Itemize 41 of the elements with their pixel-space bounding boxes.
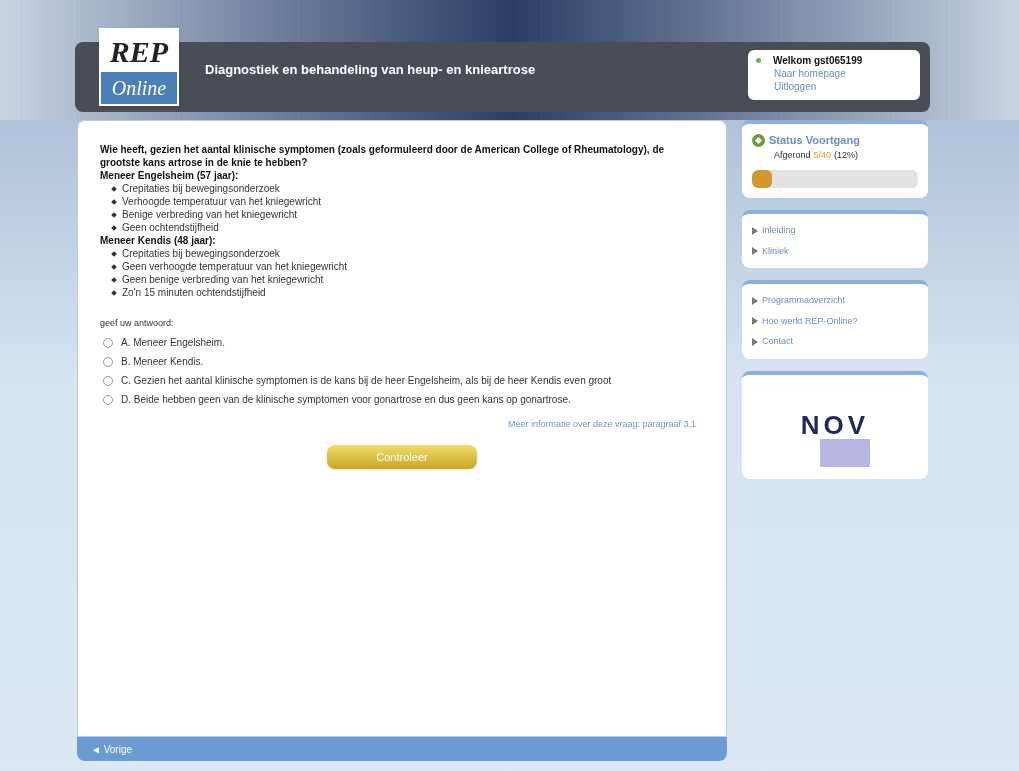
nav-link[interactable]: Kliniek — [752, 244, 789, 258]
bullet-icon — [111, 211, 117, 218]
symptom-text: Zo'n 15 minuten ochtendstijfheid — [122, 286, 266, 299]
symptom-text: Geen verhoogde temperatuur van het kniegewricht — [122, 260, 348, 273]
answer-option[interactable]: B. Meneer Kendis. — [121, 355, 204, 368]
progress-percent: (12%) — [834, 148, 859, 162]
symptom-text: Benige verbreding van het kniegewricht — [122, 208, 298, 221]
bullet-icon — [111, 289, 117, 296]
user-link[interactable]: Uitloggen — [774, 80, 817, 93]
answer-option[interactable]: D. Beide hebben geen van de klinische symptomen voor gonartrose en dus geen kans op gonartrose. — [121, 393, 571, 406]
symptom-text: Geen benige verbreding van het kniegewricht — [122, 273, 324, 286]
more-info-link[interactable]: Meer informatie over deze vraag: paragraaf 3.1 — [507, 418, 696, 431]
case-heading: Meneer Engelsheim (57 jaar): — [100, 169, 240, 182]
nav-link[interactable]: Contact — [752, 335, 794, 349]
bullet-icon — [111, 198, 117, 205]
bullet-icon — [111, 263, 117, 270]
nav-link[interactable]: Hoe werkt REP-Online? — [752, 314, 858, 328]
sponsor-logo: NOV — [800, 386, 870, 467]
bullet-icon — [111, 250, 117, 257]
question-text: Wie heeft, gezien het aantal klinische symptomen (zoals geformuleerd door de American College of Rheumatology), de grootste kans artrose in de knie te hebben? — [100, 143, 666, 169]
answer-option[interactable]: C. Gezien het aantal klinische symptomen is de kans bij de heer Engelsheim, als bij de heer Kendis even groot — [121, 374, 612, 387]
logo[interactable]: REP Online — [99, 28, 179, 106]
course-title: Diagnostiek en behandeling van heup- en knieartrose — [205, 61, 536, 79]
symptom-text: Geen ochtendstijfheid — [122, 221, 219, 234]
answer-prompt: geef uw antwoord: — [100, 317, 175, 330]
back-link[interactable]: ◄ Vorige — [91, 741, 133, 757]
nav-link[interactable]: Inleiding — [752, 224, 796, 238]
progress-label: Afgerond — [774, 148, 811, 162]
case-heading: Meneer Kendis (48 jaar): — [100, 234, 217, 247]
bullet-icon — [111, 185, 117, 192]
nav-link[interactable]: Programmaoverzicht — [752, 294, 846, 308]
welcome-text: Welkom gst065199 — [773, 54, 863, 67]
symptom-text: Verhoogde temperatuur van het kniegewricht — [122, 195, 321, 208]
bullet-icon — [111, 276, 117, 283]
answer-option[interactable]: A. Meneer Engelsheim. — [121, 336, 225, 349]
symptom-text: Crepitaties bij bewegingsonderzoek — [122, 182, 280, 195]
progress-title: Status Voortgang — [769, 133, 860, 148]
bullet-icon — [111, 224, 117, 231]
progress-count: 5/40 — [813, 148, 832, 162]
user-link[interactable]: Naar homepage — [774, 67, 846, 80]
symptom-text: Crepitaties bij bewegingsonderzoek — [122, 247, 280, 260]
